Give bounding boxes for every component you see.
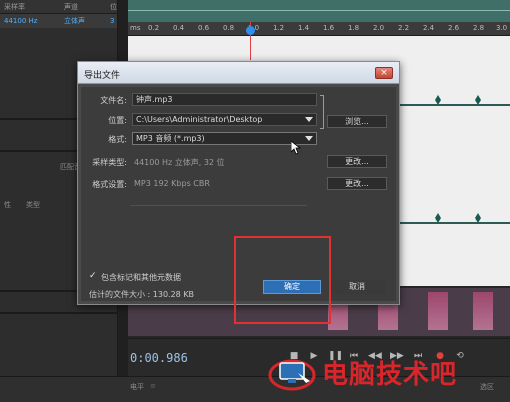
ruler-tick: 0.8 — [223, 24, 235, 32]
tab-selection[interactable]: 选区 — [480, 382, 494, 392]
sample-type-label: 采样类型: — [92, 158, 127, 167]
format-settings-label: 格式设置: — [92, 180, 127, 189]
sample-type-value: 44100 Hz 立体声, 32 位 — [134, 158, 225, 167]
ruler-tick: 1.8 — [348, 24, 360, 32]
levels-menu-icon[interactable]: ≡ — [150, 382, 156, 390]
filename-input[interactable]: 钟声.mp3 — [132, 93, 317, 106]
format-dropdown[interactable]: MP3 音频 (*.mp3) — [132, 132, 317, 145]
ruler-tick: 0.2 — [148, 24, 160, 32]
tab-levels[interactable]: 电平 — [130, 382, 144, 392]
mouse-cursor-icon — [291, 141, 301, 155]
header-channels[interactable]: 声道 — [60, 2, 106, 12]
file-channels: 立体声 — [64, 17, 85, 25]
ruler-tick: 2.6 — [448, 24, 460, 32]
include-markers-checkbox[interactable]: ✓ — [89, 272, 98, 281]
cancel-button[interactable]: 取消 — [328, 280, 386, 294]
waveform-top-strip — [128, 0, 510, 22]
type-prefix-label: 性 — [4, 201, 11, 209]
change-format-settings-button[interactable]: 更改... — [327, 177, 387, 190]
type-column-header[interactable]: 类型 — [26, 200, 40, 210]
format-value: MP3 音频 (*.mp3) — [136, 134, 205, 143]
format-label: 格式: — [108, 135, 127, 144]
file-sample-rate: 44100 Hz — [4, 17, 38, 25]
ruler-tick: 1.4 — [298, 24, 310, 32]
ruler-tick: 2.2 — [398, 24, 410, 32]
location-dropdown[interactable]: C:\Users\Administrator\Desktop — [132, 113, 317, 126]
change-sample-type-button[interactable]: 更改... — [327, 155, 387, 168]
include-markers-label[interactable]: 包含标记和其他元数据 — [101, 272, 181, 283]
watermark-text: 电脑技术吧 — [322, 360, 458, 390]
close-icon: × — [380, 68, 388, 78]
dialog-title: 导出文件 — [84, 71, 121, 81]
ruler-tick: 2.0 — [373, 24, 385, 32]
ruler-tick: 0.4 — [173, 24, 185, 32]
chevron-down-icon — [305, 117, 313, 122]
spectral-band — [473, 292, 493, 330]
playhead-handle[interactable] — [246, 26, 255, 35]
browse-button[interactable]: 浏览... — [327, 115, 387, 128]
bracket-divider — [320, 95, 324, 129]
current-time-display: 0:00.986 — [130, 351, 188, 365]
annotation-highlight — [234, 236, 331, 324]
estimated-size-label: 估计的文件大小 : 130.28 KB — [89, 290, 195, 299]
location-value: C:\Users\Administrator\Desktop — [136, 115, 263, 124]
ruler-tick: 2.8 — [473, 24, 485, 32]
time-ruler[interactable]: ms 0.2 0.4 0.6 0.8 1.0 1.2 1.4 1.6 1.8 2… — [128, 22, 510, 36]
format-settings-value: MP3 192 Kbps CBR — [134, 179, 210, 188]
spectral-band — [428, 292, 448, 330]
ruler-tick: 1.6 — [323, 24, 335, 32]
header-sample-rate[interactable]: 采样率 — [0, 2, 60, 12]
panel-divider — [0, 312, 118, 314]
files-panel-header: 采样率 声道 位 — [0, 0, 117, 14]
watermark-logo-icon — [268, 359, 316, 391]
waveform-centerline — [128, 10, 510, 11]
location-label: 位置: — [108, 116, 127, 125]
ruler-tick: 1.2 — [273, 24, 285, 32]
ruler-tick: 0.6 — [198, 24, 210, 32]
filename-label: 文件名: — [100, 96, 127, 105]
ruler-tick: 2.4 — [423, 24, 435, 32]
chevron-down-icon — [305, 136, 313, 141]
close-button[interactable]: × — [375, 67, 393, 79]
file-row[interactable]: 44100 Hz 立体声 3 — [0, 14, 117, 28]
header-bits[interactable]: 位 — [106, 2, 117, 12]
ruler-tick: ms — [130, 24, 141, 32]
file-bits: 3 — [110, 17, 115, 25]
dialog-titlebar[interactable]: 导出文件 × — [78, 62, 399, 84]
ruler-tick: 3.0 — [496, 24, 508, 32]
